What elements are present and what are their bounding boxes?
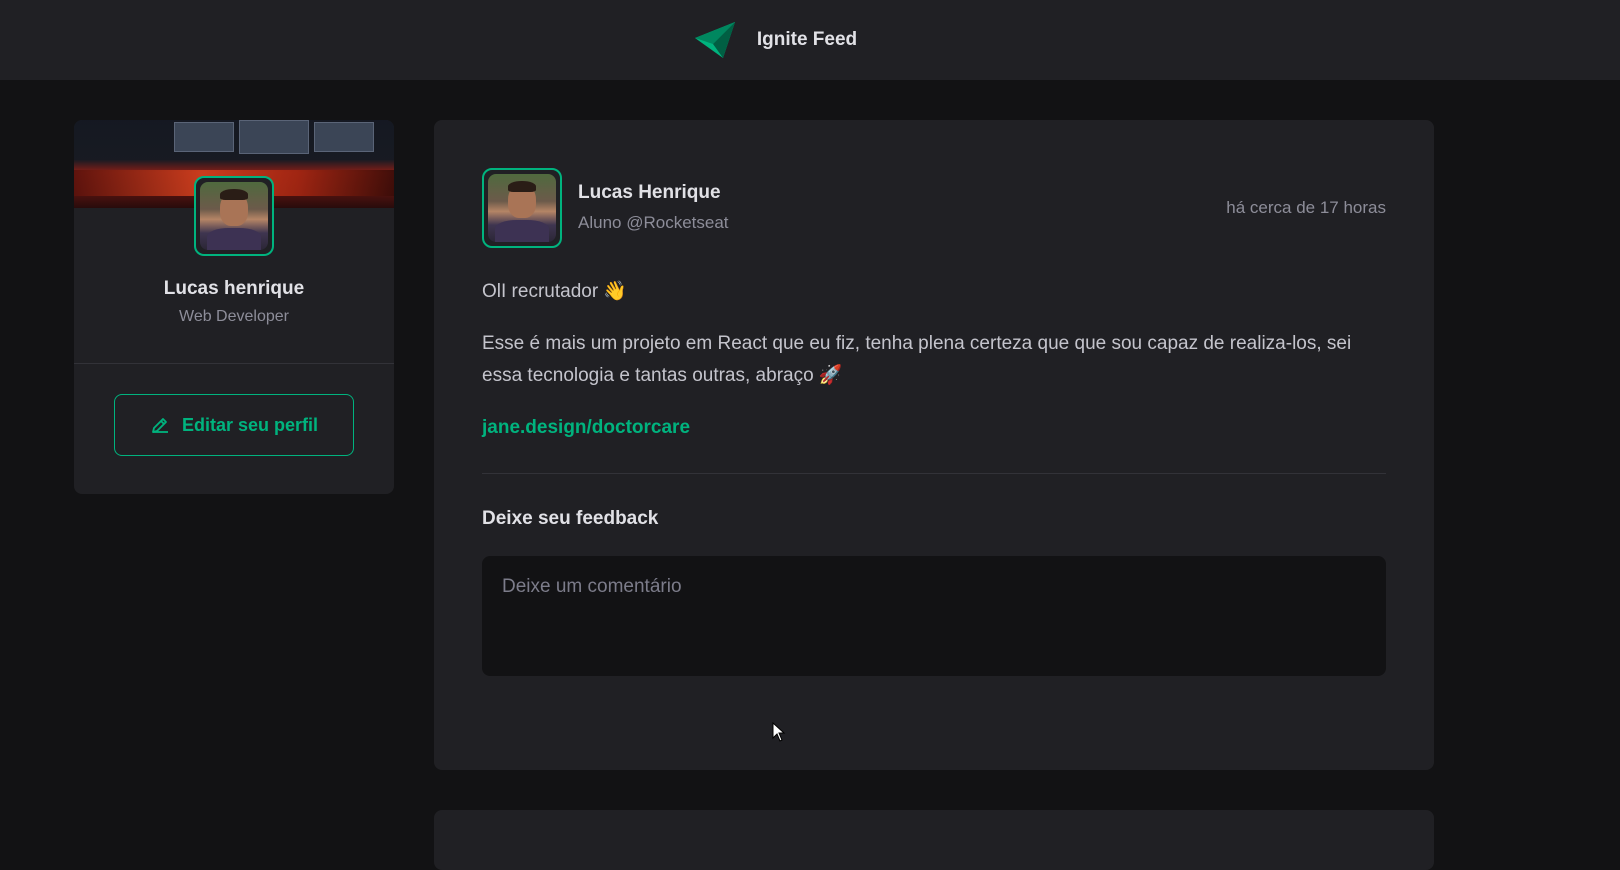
post-paragraph: OlI recrutador 👋 (482, 281, 628, 302)
comment-input[interactable] (482, 556, 1386, 676)
profile-role: Web Developer (179, 308, 289, 325)
post-link[interactable]: jane.design/doctorcare (482, 417, 690, 438)
cover-monitor-shape (314, 122, 374, 152)
profile-sidebar: Lucas henrique Web Developer Editar seu … (74, 120, 394, 494)
edit-profile-label: Editar seu perfil (181, 414, 319, 435)
edit-profile-button[interactable]: Editar seu perfil (114, 394, 354, 456)
post-card: Lucas Henrique Aluno @Rocketseat há cerc… (434, 120, 1434, 770)
post-paragraph: Esse é mais um projeto em React que eu f… (482, 333, 1352, 386)
post-timestamp: há cerca de 17 horas (1226, 198, 1386, 217)
pencil-icon (152, 418, 168, 433)
avatar-photo (488, 174, 556, 242)
profile-avatar[interactable] (194, 176, 274, 256)
app-header: Ignite Feed (0, 0, 1620, 80)
sidebar-divider (74, 363, 394, 364)
avatar-photo (200, 182, 268, 250)
post-divider (482, 473, 1386, 474)
post-author-avatar[interactable] (482, 168, 562, 248)
cover-monitor-shape (239, 120, 309, 154)
post-author-name: Lucas Henrique (578, 182, 721, 203)
post-content: OlI recrutador 👋 Esse é mais um projeto … (482, 276, 1386, 464)
app-title: Ignite Feed (756, 29, 858, 50)
next-post-card (434, 810, 1434, 870)
ignite-logo-icon (694, 22, 735, 58)
profile-name: Lucas henrique (163, 278, 305, 299)
cover-monitor-shape (174, 122, 234, 152)
feedback-title: Deixe seu feedback (482, 508, 659, 529)
mouse-cursor-icon (772, 722, 786, 742)
post-author-role: Aluno @Rocketseat (578, 213, 729, 232)
